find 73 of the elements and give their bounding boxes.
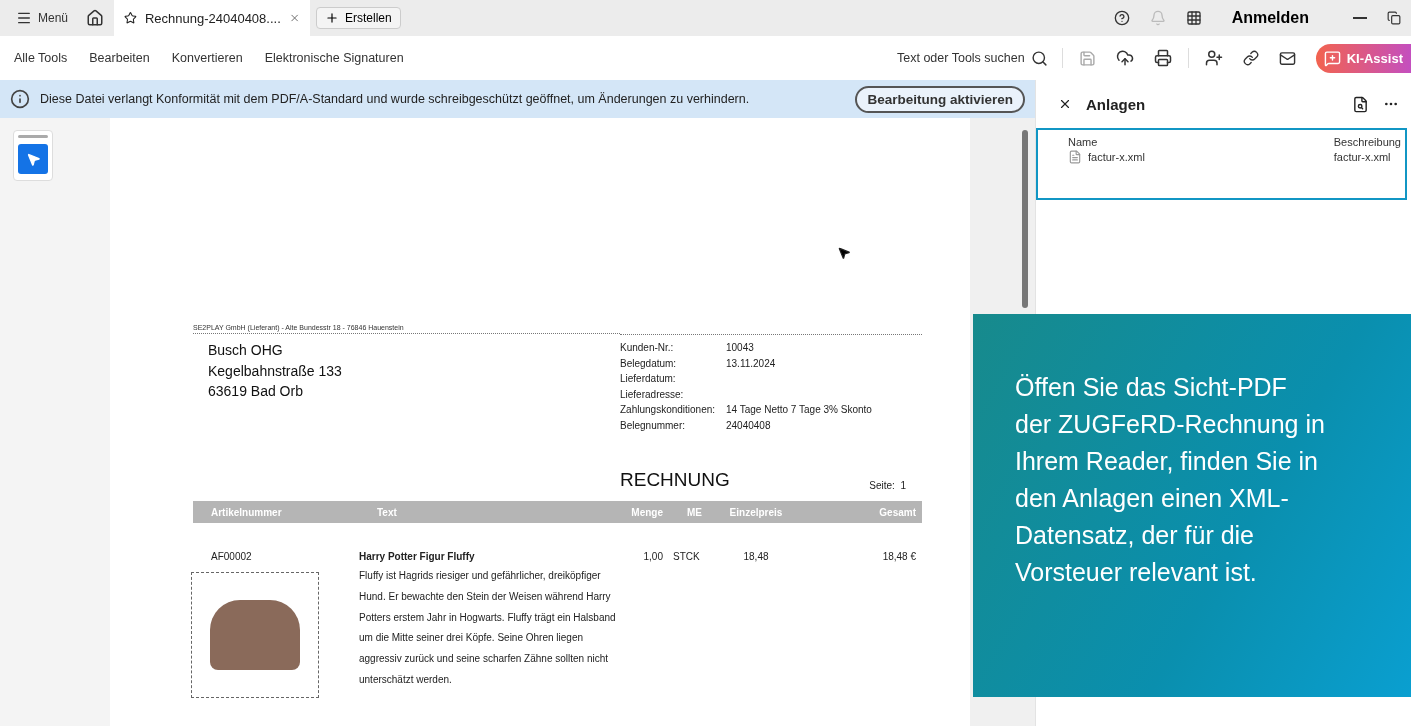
table-cell-text: 18,48	[742, 550, 770, 562]
page-number: Seite: 1	[869, 480, 906, 491]
star-icon	[124, 10, 137, 26]
home-icon	[86, 9, 105, 27]
address-line: Kegelbahnstraße 133	[207, 361, 343, 381]
column-header: Menge	[621, 501, 669, 523]
cloud-upload-icon	[1115, 49, 1134, 67]
enable-editing-button[interactable]: Bearbeitung aktivieren	[855, 85, 1025, 113]
column-header: Text	[359, 501, 621, 523]
address-line: 63619 Bad Orb	[207, 382, 304, 401]
attachment-description: factur-x.xml	[1333, 151, 1391, 163]
search-button[interactable]: Text oder Tools suchen	[889, 45, 1056, 71]
plus-icon	[325, 11, 340, 25]
notice-text: Diese Datei verlangt Konformität mit dem PDF/A-Standard und wurde schreibgeschützt geöffnet, um Änderungen zu verhindern.	[40, 92, 751, 106]
close-icon[interactable]	[1058, 97, 1072, 111]
field-label: Belegnummer:	[620, 418, 687, 433]
document-tab[interactable]: Rechnung-24040408....	[114, 0, 311, 36]
column-header: Beschreibung	[1333, 136, 1401, 148]
field-label: Zahlungskonditionen:	[620, 403, 717, 417]
save-icon	[1078, 49, 1096, 67]
attachment-name[interactable]: factur-x.xml	[1088, 151, 1145, 163]
bell-icon	[1149, 10, 1166, 26]
mouse-cursor-icon	[837, 246, 851, 260]
grid-icon	[1185, 10, 1202, 26]
minimize-icon	[1353, 17, 1367, 19]
menu-icon	[16, 10, 32, 26]
column-header: Gesamt	[807, 501, 922, 523]
help-icon	[1113, 10, 1130, 26]
scrollbar-thumb[interactable]	[1022, 130, 1028, 308]
panel-title: Anlagen	[1086, 95, 1147, 113]
table-cell-text: STCK	[672, 550, 701, 562]
file-icon	[1068, 150, 1082, 164]
info-icon	[10, 89, 30, 109]
field-value: 13.11.2024	[726, 356, 777, 371]
field-label: Kunden-Nr.:	[620, 341, 675, 355]
toolbar-item[interactable]: Elektronische Signaturen	[256, 47, 412, 69]
address-line: Busch OHG	[207, 341, 284, 360]
palette-grip[interactable]	[18, 135, 48, 138]
callout-text: Öffen Sie das Sicht-PDF der ZUGFeRD-Rechnung in Ihrem Reader, finden Sie in den Anlagen einen XML-Datensatz, der für die Vorsteuer relevant ist.	[1015, 372, 1326, 588]
search-icon	[1030, 49, 1048, 67]
item-name: Harry Potter Figur Fluffy	[359, 551, 476, 562]
toolbar-item[interactable]: Bearbeiten	[81, 47, 158, 69]
user-plus-icon	[1204, 49, 1223, 67]
toolbar-item[interactable]: Alle Tools	[6, 47, 76, 69]
file-search-icon[interactable]	[1352, 95, 1369, 113]
menu-button[interactable]: Menü	[8, 6, 77, 30]
field-value: 24040408	[726, 418, 772, 433]
create-button[interactable]: Erstellen	[316, 7, 401, 29]
mail-icon	[1278, 49, 1296, 67]
select-tool-button[interactable]	[18, 144, 48, 174]
pointer-icon	[25, 151, 41, 167]
chat-icon	[1323, 49, 1341, 67]
field-label: Lieferadresse:	[620, 387, 685, 402]
table-cell-text: 1,00	[642, 550, 664, 562]
column-header: Einzelpreis	[711, 501, 807, 523]
column-header: Name	[1068, 136, 1099, 148]
column-header: Artikelnummer	[193, 501, 359, 523]
table-cell-text: AF00002	[210, 551, 253, 562]
field-label: Belegdatum:	[620, 356, 678, 371]
item-description: Fluffy ist Hagrids riesiger und gefährlicher, dreiköpfiger Hund. Er bewachte den Stein der Weisen während Harry Potters erstem Jahr in Hogwarts. Fluffy trägt ein Halsband um die Mitte seiner drei Köpfe. Seine Ohren liegen aggressiv zurück und seine scharfen Zähne sollten nicht unterschätzt werden.	[359, 569, 617, 687]
column-header: ME	[669, 501, 711, 523]
restore-icon	[1387, 11, 1401, 25]
print-icon	[1153, 49, 1172, 67]
sign-in-button[interactable]: Anmelden	[1225, 8, 1315, 28]
toolbar-item[interactable]: Konvertieren	[163, 47, 251, 69]
tab-title: Rechnung-24040408....	[144, 10, 281, 26]
field-label: Lieferdatum:	[620, 372, 677, 386]
field-value: 10043	[726, 341, 755, 355]
ai-assistant-button[interactable]: KI-Assist	[1315, 43, 1411, 73]
link-icon	[1242, 50, 1259, 66]
invoice-title: RECHNUNG	[620, 469, 731, 491]
field-value: 14 Tage Netto 7 Tage 3% Skonto	[726, 403, 873, 417]
table-cell-text: 18,48 €	[881, 550, 917, 562]
